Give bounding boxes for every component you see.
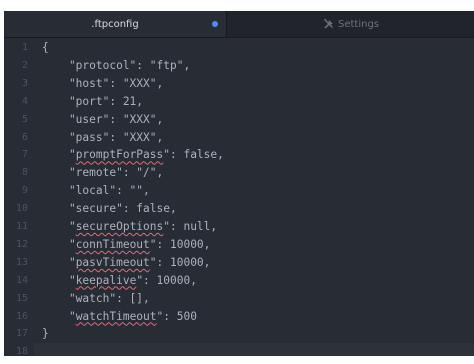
bottom-margin bbox=[0, 356, 474, 364]
tab-settings[interactable]: Settings bbox=[228, 11, 474, 37]
spellcheck-flag: keepalive bbox=[75, 273, 137, 287]
line-number: 9 bbox=[21, 185, 28, 197]
spellcheck-flag: promptForPass bbox=[75, 148, 164, 162]
tab-bar: .ftpconfig Settings bbox=[4, 11, 474, 38]
code-line: "protocol": "ftp", bbox=[42, 58, 191, 72]
code-line: "pass": "XXX", bbox=[42, 130, 164, 144]
line-number: 4 bbox=[21, 95, 28, 107]
code-line: "pasvTimeout": 10000, bbox=[42, 255, 211, 269]
line-number: 17 bbox=[15, 328, 28, 340]
spellcheck-flag: pasvTimeout bbox=[75, 255, 150, 269]
modified-dot-icon bbox=[212, 21, 218, 27]
line-number: 3 bbox=[21, 77, 28, 89]
editor-window: .ftpconfig Settings 1 2 3 4 5 6 7 8 9 10 11 12 13 14 1… bbox=[0, 0, 474, 364]
code-line: "port": 21, bbox=[42, 94, 144, 108]
settings-tools-icon bbox=[323, 18, 333, 29]
line-number: 14 bbox=[15, 274, 28, 286]
line-number: 6 bbox=[21, 131, 28, 143]
spellcheck-flag: connTimeout bbox=[75, 237, 150, 251]
line-number: 1 bbox=[21, 42, 28, 53]
code-line: "connTimeout": 10000, bbox=[42, 237, 211, 251]
code-line: "host": "XXX", bbox=[42, 76, 164, 90]
code-line: } bbox=[42, 327, 49, 341]
tab-label: Settings bbox=[337, 18, 379, 30]
code-line: "secureOptions": null, bbox=[42, 220, 218, 233]
line-number: 10 bbox=[15, 203, 28, 215]
line-number: 7 bbox=[21, 149, 28, 161]
line-number: 8 bbox=[21, 167, 28, 179]
spellcheck-flag: watchTimeout bbox=[75, 309, 157, 323]
code-line: "secure": false, bbox=[42, 202, 177, 216]
line-number: 12 bbox=[15, 238, 28, 250]
line-number: 2 bbox=[21, 59, 28, 71]
code-line: "local": "", bbox=[42, 184, 150, 198]
line-number: 15 bbox=[15, 292, 28, 304]
line-number: 5 bbox=[21, 113, 28, 125]
line-number: 16 bbox=[15, 310, 28, 322]
line-number: 11 bbox=[15, 221, 28, 232]
code-line: "watchTimeout": 500 bbox=[42, 309, 197, 323]
code-line: "user": "XXX", bbox=[42, 112, 164, 126]
code-line: "keepalive": 10000, bbox=[42, 273, 197, 287]
code-line: "promptForPass": false, bbox=[42, 148, 224, 162]
code-line: { bbox=[42, 41, 49, 54]
tab-ftpconfig[interactable]: .ftpconfig bbox=[4, 11, 227, 37]
spellcheck-flag: secureOptions bbox=[75, 220, 164, 233]
code-line: "remote": "/", bbox=[42, 166, 164, 180]
line-number: 13 bbox=[15, 256, 28, 268]
code-editor[interactable]: 1 2 3 4 5 6 7 8 9 10 11 12 13 14 15 16 17 18 { "protocol"… bbox=[4, 38, 474, 362]
tab-label: .ftpconfig bbox=[91, 18, 139, 30]
code-line: "watch": [], bbox=[42, 291, 150, 305]
line-number-gutter: 1 2 3 4 5 6 7 8 9 10 11 12 13 14 15 16 17 18 bbox=[4, 38, 34, 357]
code-content[interactable]: { "protocol": "ftp", "host": "XXX", "por… bbox=[34, 38, 474, 362]
